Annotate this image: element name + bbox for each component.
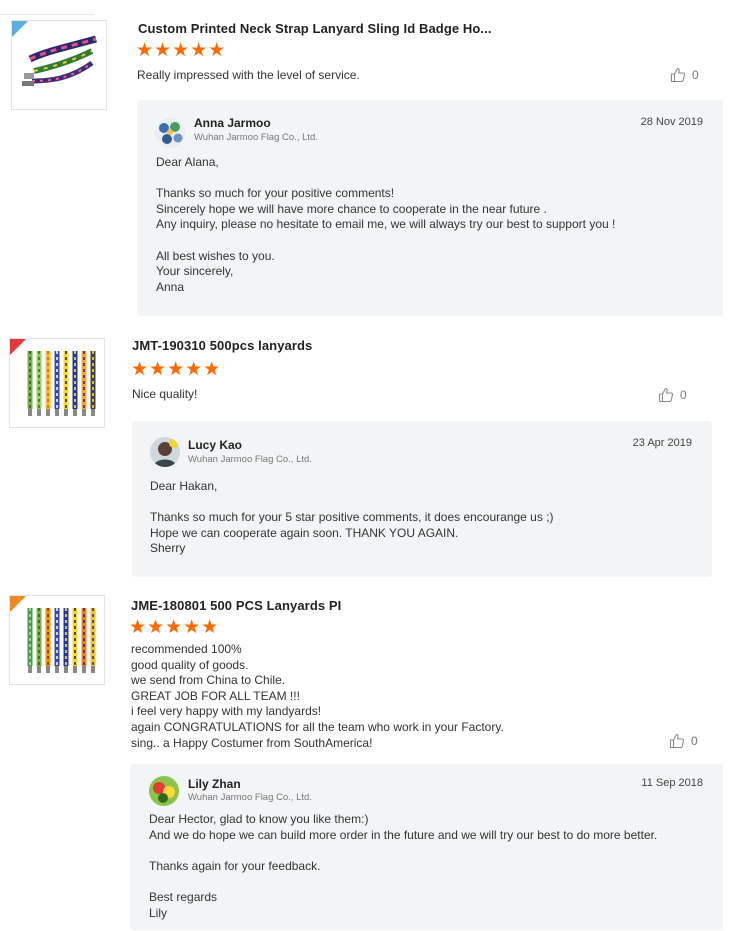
like-count: 0: [691, 734, 698, 748]
seller-reply: Lily Zhan Wuhan Jarmoo Flag Co., Ltd. 11…: [130, 764, 723, 930]
star-rating: ★★★★★: [131, 359, 222, 380]
seller-company: Wuhan Jarmoo Flag Co., Ltd.: [188, 454, 312, 465]
thumbs-up-icon: [670, 67, 686, 83]
star-rating: ★★★★★: [136, 40, 227, 61]
product-title[interactable]: JMT-190310 500pcs lanyards: [132, 338, 312, 353]
review-comment: Really impressed with the level of servi…: [137, 68, 360, 82]
review-comment: recommended 100% good quality of goods. …: [131, 642, 504, 750]
like-button[interactable]: 0: [658, 385, 698, 405]
product-title[interactable]: JME-180801 500 PCS Lanyards PI: [131, 598, 341, 613]
like-button[interactable]: 0: [670, 65, 710, 85]
reply-text: Dear Alana, Thanks so much for your posi…: [156, 155, 616, 294]
product-badge: [12, 21, 28, 37]
like-count: 0: [680, 388, 687, 402]
thumbs-up-icon: [669, 733, 685, 749]
reply-date: 11 Sep 2018: [641, 777, 703, 789]
product-badge: [10, 339, 26, 355]
product-title[interactable]: Custom Printed Neck Strap Lanyard Sling …: [138, 21, 492, 36]
product-thumbnail[interactable]: [11, 20, 107, 110]
divider: [0, 14, 94, 15]
review-comment: Nice quality!: [132, 387, 198, 401]
reply-text: Dear Hector, glad to know you like them:…: [149, 812, 658, 920]
like-count: 0: [692, 68, 699, 82]
avatar: [149, 776, 179, 806]
seller-name: Anna Jarmoo: [194, 116, 271, 130]
product-badge: [10, 596, 26, 612]
seller-reply: Anna Jarmoo Wuhan Jarmoo Flag Co., Ltd. …: [137, 100, 723, 316]
reply-date: 23 Apr 2019: [632, 437, 692, 449]
seller-name: Lily Zhan: [188, 777, 241, 791]
avatar: [155, 118, 185, 148]
seller-reply: Lucy Kao Wuhan Jarmoo Flag Co., Ltd. 23 …: [132, 421, 712, 577]
seller-company: Wuhan Jarmoo Flag Co., Ltd.: [188, 792, 312, 803]
reply-text: Dear Hakan, Thanks so much for your 5 st…: [150, 479, 554, 556]
star-rating: ★★★★★: [129, 617, 220, 638]
seller-company: Wuhan Jarmoo Flag Co., Ltd.: [194, 132, 318, 143]
thumbs-up-icon: [658, 387, 674, 403]
like-button[interactable]: 0: [669, 731, 709, 751]
product-thumbnail[interactable]: [9, 338, 105, 428]
reply-date: 28 Nov 2019: [640, 116, 703, 128]
seller-name: Lucy Kao: [188, 438, 243, 452]
avatar: [150, 437, 180, 467]
product-thumbnail[interactable]: [9, 595, 105, 685]
